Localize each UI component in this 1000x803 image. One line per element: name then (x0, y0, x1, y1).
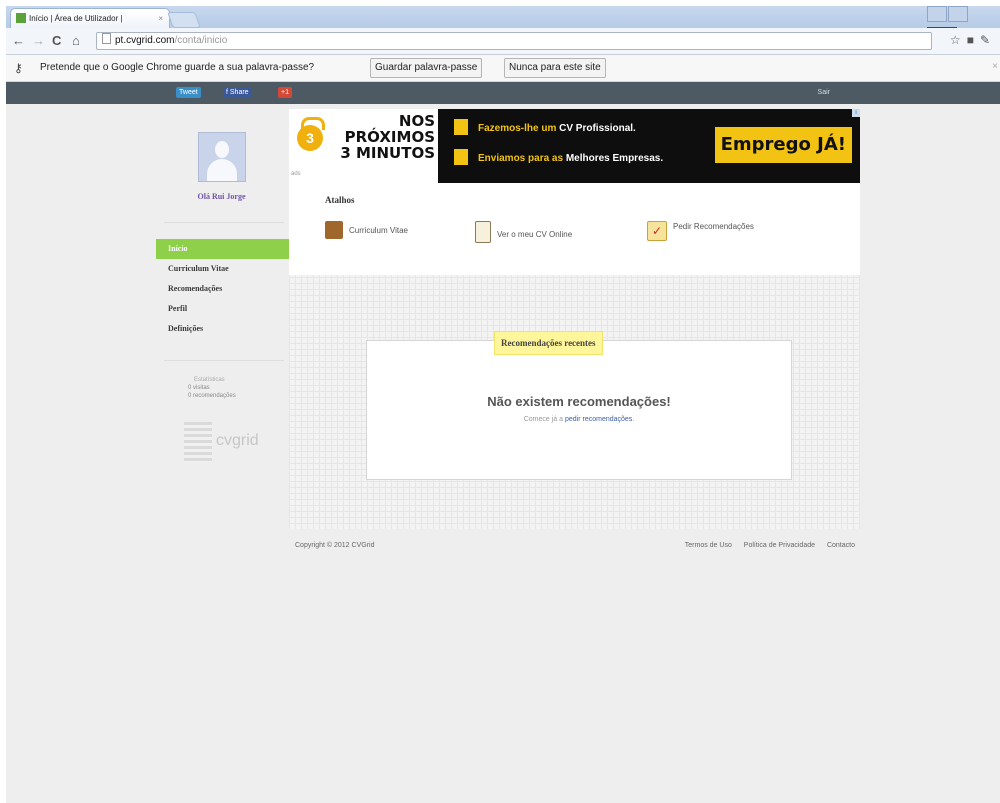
sidebar-item-recomendacoes[interactable]: Recomendações (156, 279, 291, 299)
sidebar-menu: Início Curriculum Vitae Recomendações Pe… (156, 239, 291, 339)
browser-window: Início | Área de Utilizador | × ← → C ⌂ … (6, 6, 1000, 803)
wrench-icon[interactable]: ✎ (980, 33, 996, 47)
sidebar-divider (164, 360, 284, 361)
banner-line-2-prefix: Enviamos para as (478, 153, 566, 164)
banner-line-1-prefix: Fazemos-lhe um (478, 123, 560, 134)
shortcut-label: Ver o meu CV Online (497, 230, 573, 239)
browser-tab-active[interactable]: Início | Área de Utilizador | × (10, 8, 170, 29)
save-password-button[interactable]: Guardar palavra-passe (370, 58, 483, 78)
shortcut-request-recommendations[interactable]: ✓ Pedir Recomendações (647, 221, 754, 241)
avatar-head (215, 141, 229, 158)
clipboard-icon (475, 221, 491, 243)
contact-link[interactable]: Contacto (827, 542, 855, 549)
logout-link[interactable]: Sair (818, 89, 830, 96)
emprego-ja-button[interactable]: Emprego JÁ! (714, 127, 852, 163)
reload-icon[interactable]: C (52, 33, 61, 48)
main-content: 3 NOS PRÓXIMOS 3 MINUTOS ads Fazemos-lhe… (289, 109, 860, 529)
shortcuts-title: Atalhos (325, 195, 355, 205)
sidebar: Olá Rui Jorge Início Curriculum Vitae Re… (154, 104, 291, 534)
logo-document-icon (184, 422, 212, 462)
shortcut-view-cv[interactable]: Ver o meu CV Online (475, 221, 572, 243)
toolbar-right-icons: ☆■✎ (950, 33, 996, 47)
never-save-button[interactable]: Nunca para este site (504, 58, 606, 78)
bookmark-star-icon[interactable]: ☆ (950, 33, 967, 47)
infobar-close-icon[interactable]: × (992, 61, 998, 72)
stats-recommendations: 0 recomendações (188, 393, 236, 399)
gplus-button[interactable]: +1 (278, 87, 292, 98)
facebook-share-button[interactable]: f Share (223, 87, 252, 98)
favicon-icon (16, 13, 26, 23)
banner-line-1: Fazemos-lhe um CV Profissional. (478, 123, 636, 134)
minimize-button[interactable] (927, 6, 947, 22)
stats-visits: 0 visitas (188, 385, 210, 391)
terms-link[interactable]: Termos de Uso (685, 542, 732, 549)
empty-state-suffix: . (632, 416, 635, 423)
banner-line-2: Enviamos para as Melhores Empresas. (478, 153, 663, 164)
banner-headline-line: 3 MINUTOS (340, 144, 435, 162)
home-icon[interactable]: ⌂ (72, 33, 80, 48)
extension-icon[interactable]: ■ (967, 33, 980, 47)
checkmark-icon: ✓ (647, 221, 667, 241)
footer: Copyright © 2012 CVGrid Termos de Uso Po… (295, 542, 855, 549)
banner-headline-line: NOS (398, 112, 435, 130)
shortcut-label: Curriculum Vitae (349, 226, 408, 235)
banner-line-1-strong: CV Profissional. (559, 123, 636, 134)
recent-recommendations-tab: Recomendações recentes (494, 331, 603, 355)
copyright-text: Copyright © 2012 CVGrid (295, 542, 375, 549)
maximize-button[interactable] (948, 6, 968, 22)
avatar[interactable] (198, 132, 246, 182)
back-arrow-icon[interactable]: ← (12, 33, 25, 48)
document-icon (454, 119, 468, 135)
tweet-button[interactable]: Tweet (176, 87, 201, 98)
empty-state-subtitle: Comece já a pedir recomendações. (367, 416, 791, 423)
sidebar-item-curriculum[interactable]: Curriculum Vitae (156, 259, 291, 279)
medal-icon: 3 (297, 125, 323, 151)
sidebar-item-definicoes[interactable]: Definições (156, 319, 291, 339)
key-icon: ⚷ (14, 61, 23, 75)
page-icon (102, 33, 111, 44)
banner-headline: NOS PRÓXIMOS 3 MINUTOS (333, 113, 435, 161)
banner-headline-line: PRÓXIMOS (344, 128, 435, 146)
sidebar-item-perfil[interactable]: Perfil (156, 299, 291, 319)
ad-banner[interactable]: 3 NOS PRÓXIMOS 3 MINUTOS ads Fazemos-lhe… (289, 109, 860, 183)
privacy-link[interactable]: Política de Privacidade (744, 542, 815, 549)
url-path: /conta/inicio (174, 35, 228, 46)
sidebar-divider (164, 222, 284, 223)
briefcase-icon (325, 221, 343, 239)
user-greeting[interactable]: Olá Rui Jorge (154, 192, 289, 201)
shortcut-label: Pedir Recomendações (673, 222, 754, 231)
ad-info-icon[interactable]: i (852, 109, 860, 117)
stats-box: Estatísticas 0 visitas 0 recomendações (188, 376, 236, 400)
banner-left: 3 NOS PRÓXIMOS 3 MINUTOS ads (289, 109, 438, 183)
empty-state-prefix: Comece já a (523, 416, 565, 423)
cvgrid-logo: cvgrid (184, 422, 264, 466)
window-controls (926, 6, 998, 43)
building-icon (454, 149, 468, 165)
banner-line-2-strong: Melhores Empresas. (565, 153, 664, 164)
browser-toolbar: ← → C ⌂ pt.cvgrid.com/conta/inicio ☆■✎ (6, 28, 1000, 55)
password-infobar: ⚷ Pretende que o Google Chrome guarde a … (6, 55, 1000, 82)
site-top-bar: Tweet f Share +1 Sair (6, 82, 1000, 104)
stats-title: Estatísticas (194, 377, 225, 383)
shortcut-curriculum[interactable]: Curriculum Vitae (325, 221, 408, 239)
recent-recommendations-card: Não existem recomendações! Comece já a p… (366, 340, 792, 480)
banner-right: Fazemos-lhe um CV Profissional. Enviamos… (438, 109, 860, 183)
forward-arrow-icon[interactable]: → (32, 33, 45, 48)
request-recommendations-link[interactable]: pedir recomendações (565, 416, 632, 423)
avatar-body (207, 159, 237, 181)
new-tab-button[interactable] (167, 12, 201, 28)
tab-strip: Início | Área de Utilizador | × (6, 6, 1000, 43)
tab-close-icon[interactable]: × (158, 9, 163, 29)
address-bar[interactable]: pt.cvgrid.com/conta/inicio (96, 32, 932, 50)
tab-title: Início | Área de Utilizador | (29, 14, 123, 23)
empty-state-title: Não existem recomendações! (487, 394, 671, 409)
footer-links: Termos de Uso Política de Privacidade Co… (675, 542, 855, 549)
ad-tag: ads (291, 171, 301, 177)
password-prompt: Pretende que o Google Chrome guarde a su… (40, 62, 315, 73)
sidebar-item-inicio[interactable]: Início (156, 239, 291, 259)
url-host: pt.cvgrid.com (115, 35, 175, 46)
logo-text: cvgrid (216, 432, 259, 449)
